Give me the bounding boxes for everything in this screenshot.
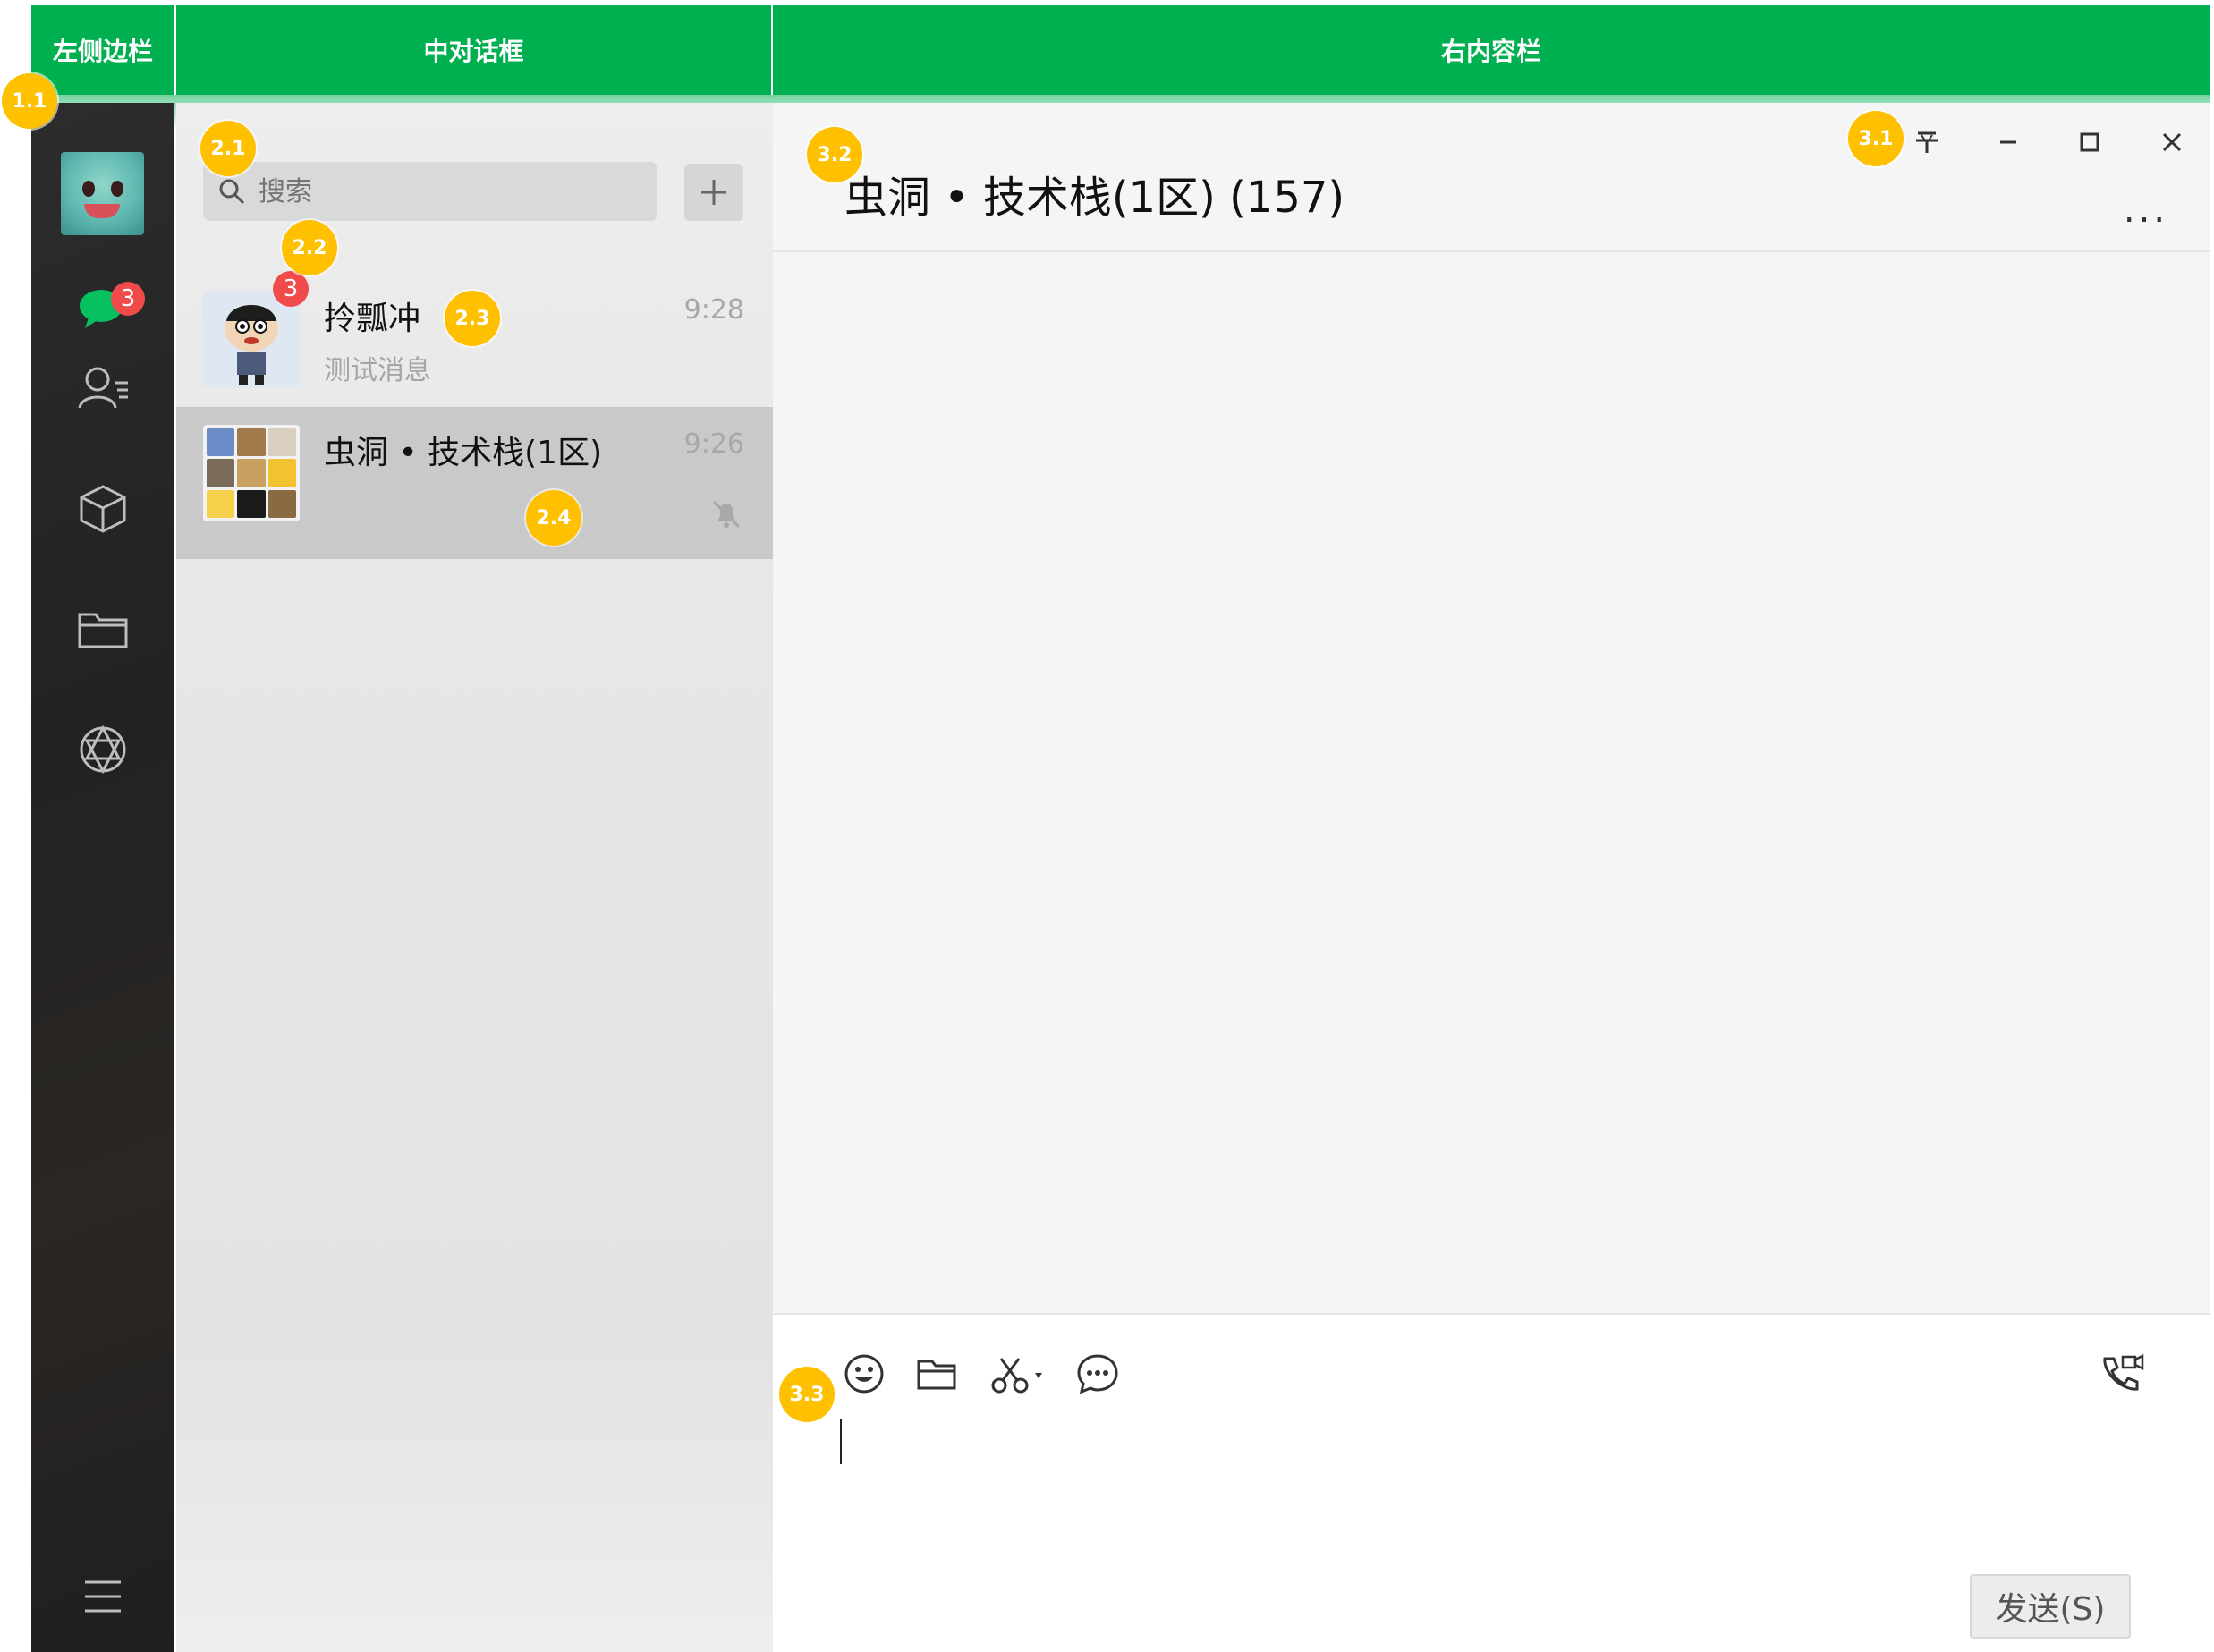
network-icon bbox=[80, 724, 126, 775]
conversation-name: 拎瓢冲 bbox=[324, 301, 421, 337]
annotation-marker: 2.3 bbox=[445, 291, 500, 346]
text-caret bbox=[840, 1419, 842, 1464]
chat-panel: 虫洞 • 技术栈(1区) (157) ... 发送(S) bbox=[773, 103, 2210, 1652]
annotation-marker: 1.1 bbox=[2, 73, 57, 129]
minimize-button[interactable] bbox=[1981, 115, 2035, 169]
maximize-icon bbox=[2080, 132, 2099, 152]
annotation-marker: 3.3 bbox=[779, 1367, 835, 1422]
file-icon bbox=[917, 1360, 956, 1390]
message-area[interactable] bbox=[773, 252, 2210, 1415]
header-left-label: 左侧边栏 bbox=[31, 5, 174, 95]
close-button[interactable] bbox=[2145, 115, 2199, 169]
conversation-time: 9:28 bbox=[683, 294, 744, 326]
header-right-label: 右内容栏 bbox=[773, 5, 2210, 95]
screenshot-button[interactable] bbox=[984, 1349, 1056, 1399]
cube-icon bbox=[80, 485, 126, 533]
bell-off-icon bbox=[708, 496, 744, 532]
contacts-icon bbox=[78, 367, 128, 409]
search-box[interactable] bbox=[203, 162, 657, 221]
close-icon bbox=[2162, 132, 2182, 152]
user-avatar[interactable] bbox=[61, 152, 144, 235]
conversation-preview: 测试消息 bbox=[324, 355, 431, 386]
send-button[interactable]: 发送(S) bbox=[1970, 1574, 2131, 1639]
annotation-marker: 3.2 bbox=[807, 127, 862, 182]
chat-title: 虫洞 • 技术栈(1区) (157) bbox=[844, 173, 1345, 223]
sidebar-item-contacts[interactable] bbox=[72, 357, 134, 419]
input-area: 发送(S) bbox=[773, 1313, 2210, 1652]
avatar-eye-left bbox=[82, 181, 95, 197]
emoji-icon bbox=[844, 1354, 884, 1394]
video-call-button[interactable] bbox=[2097, 1349, 2147, 1399]
scissors-icon bbox=[991, 1358, 1042, 1394]
annotation-marker: 2.4 bbox=[526, 490, 581, 546]
screenshot-stage: 左侧边栏 中对话框 右内容栏 3 搜索 3 拎瓢冲 9:28 测试消息 虫洞 •… bbox=[0, 0, 2214, 1652]
search-input[interactable] bbox=[259, 175, 634, 208]
pin-icon bbox=[1916, 131, 1938, 153]
sidebar-item-moments[interactable] bbox=[72, 718, 134, 781]
left-sidebar: 3 bbox=[31, 103, 174, 1652]
add-button[interactable] bbox=[684, 164, 743, 221]
minimize-icon bbox=[2000, 140, 2016, 144]
message-input[interactable] bbox=[843, 1413, 2140, 1574]
sidebar-menu-button[interactable] bbox=[72, 1565, 134, 1628]
header-middle-label: 中对话框 bbox=[176, 5, 771, 95]
more-options-button[interactable]: ... bbox=[2115, 190, 2177, 231]
chat-history-icon bbox=[1077, 1354, 1118, 1394]
unread-badge: 3 bbox=[273, 271, 309, 307]
conversation-item-active[interactable]: 虫洞 • 技术栈(1区) 9:26 bbox=[176, 407, 773, 559]
sidebar-item-files[interactable] bbox=[72, 597, 134, 660]
conversation-time: 9:26 bbox=[683, 428, 744, 460]
avatar-mouth bbox=[84, 204, 120, 218]
maximize-button[interactable] bbox=[2063, 115, 2116, 169]
video-call-icon bbox=[2103, 1353, 2144, 1391]
pin-button[interactable] bbox=[1900, 115, 1954, 169]
sidebar-item-mini-programs[interactable] bbox=[72, 477, 134, 539]
menu-icon bbox=[85, 1580, 121, 1613]
conversation-name: 虫洞 • 技术栈(1区) bbox=[324, 435, 603, 471]
avatar-eye-right bbox=[111, 181, 123, 197]
group-grid-avatar bbox=[203, 425, 300, 521]
search-icon bbox=[219, 179, 245, 205]
chat-history-button[interactable] bbox=[1073, 1349, 1123, 1399]
annotation-marker: 3.1 bbox=[1848, 111, 1904, 166]
sidebar-unread-badge: 3 bbox=[111, 282, 145, 316]
annotation-marker: 2.1 bbox=[200, 121, 256, 176]
emoji-button[interactable] bbox=[839, 1349, 889, 1399]
plus-icon bbox=[701, 180, 726, 205]
file-button[interactable] bbox=[912, 1349, 962, 1399]
folder-icon bbox=[78, 613, 128, 648]
annotation-marker: 2.2 bbox=[282, 220, 337, 275]
